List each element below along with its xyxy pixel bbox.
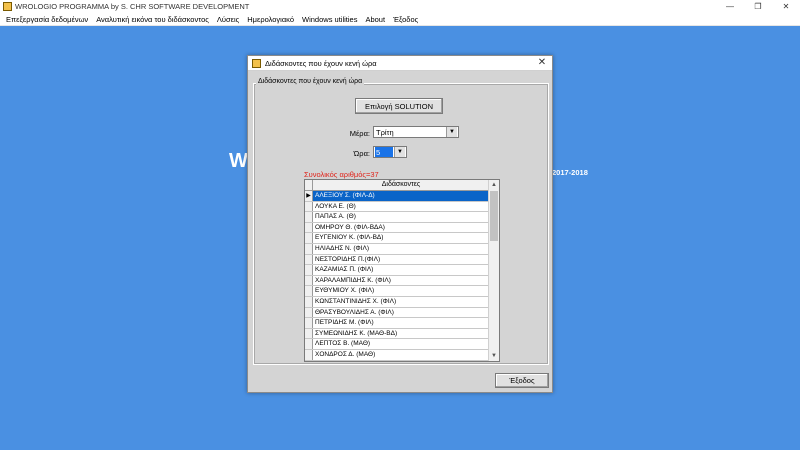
teacher-cell[interactable]: ΠΑΠΑΣ Α. (Θ) [313, 212, 489, 222]
teacher-cell[interactable]: ΠΕΤΡΙΔΗΣ Μ. (ΦΙΛ) [313, 318, 489, 328]
maximize-button[interactable]: ❐ [744, 0, 772, 13]
app-icon [3, 2, 12, 11]
table-row[interactable]: ΧΟΝΔΡΟΣ Δ. (ΜΑΘ) [305, 349, 489, 361]
grid-vertical-scrollbar[interactable]: ▲ ▼ [488, 180, 499, 361]
row-selector[interactable] [305, 307, 313, 318]
grid-header: Διδάσκοντες [305, 180, 489, 191]
teacher-cell[interactable]: ΧΟΝΔΡΟΣ Δ. (ΜΑΘ) [313, 350, 489, 360]
table-row[interactable]: ΘΡΑΣΥΒΟΥΛΙΔΗΣ Α. (ΦΙΛ) [305, 307, 489, 319]
row-selector[interactable] [305, 286, 313, 296]
teacher-cell[interactable]: ΕΥΓΕΝΙΟΥ Κ. (ΦΙΛ-ΒΔ) [313, 233, 489, 243]
dialog-icon [252, 58, 261, 68]
row-selector[interactable] [305, 254, 313, 265]
app-titlebar: WROLOGIO PROGRAMMA by S. CHR SOFTWARE DE… [0, 0, 800, 13]
day-label: Μέρα: [349, 129, 370, 138]
teacher-cell[interactable]: ΗΛΙΑΔΗΣ Ν. (ΦΙΛ) [313, 244, 489, 254]
background-title-letter: W [229, 150, 248, 172]
menu-item-about[interactable]: About [361, 15, 389, 24]
grid-header-corner [305, 180, 313, 190]
scroll-up-icon[interactable]: ▲ [489, 180, 499, 190]
row-selector[interactable] [305, 212, 313, 222]
row-selector[interactable] [305, 318, 313, 328]
teacher-cell[interactable]: ΚΩΝΣΤΑΝΤΙΝΙΔΗΣ Χ. (ΦΙΛ) [313, 297, 489, 307]
teacher-cell[interactable]: ΘΡΑΣΥΒΟΥΛΙΔΗΣ Α. (ΦΙΛ) [313, 308, 489, 318]
teacher-cell[interactable]: ΝΕΣΤΟΡΙΔΗΣ Π.(ΦΙΛ) [313, 255, 489, 265]
groupbox-label: Διδάσκοντες που έχουν κενή ώρα [256, 78, 365, 85]
grid-body: ▶ ΑΛΕΞΙΟΥ Σ. (ΦΙΛ-Δ) ΛΟΥΚΑ Ε. (Θ) ΠΑΠΑΣ Α… [305, 191, 489, 361]
scroll-down-icon[interactable]: ▼ [489, 351, 499, 361]
exit-button[interactable]: Έξοδος [495, 373, 549, 388]
row-selector[interactable] [305, 243, 313, 254]
row-selector[interactable]: ▶ [305, 191, 313, 201]
teacher-cell[interactable]: ΚΑΖΑΜΙΑΣ Π. (ΦΙΛ) [313, 265, 489, 275]
hour-label: Ώρα: [353, 149, 370, 158]
dialog-titlebar: Διδάσκοντες που έχουν κενή ώρα ✕ [248, 56, 552, 71]
teacher-cell[interactable]: ΧΑΡΑΛΑΜΠΙΔΗΣ Κ. (ΦΙΛ) [313, 276, 489, 286]
window-controls: — ❐ ✕ [716, 0, 800, 13]
table-row[interactable]: ΟΜΗΡΟΥ Θ. (ΦΙΛ-ΒΔΑ) [305, 222, 489, 234]
total-count: Συνολικός αριθμός=37 [304, 170, 379, 179]
table-row[interactable]: ΕΥΓΕΝΙΟΥ Κ. (ΦΙΛ-ΒΔ) [305, 233, 489, 244]
row-selector[interactable] [305, 201, 313, 212]
menu-item-exit[interactable]: Έξοδος [389, 15, 422, 24]
menu-item-calendar[interactable]: Ημερολογιακό [243, 15, 298, 24]
row-selector[interactable] [305, 328, 313, 339]
menu-item-teacher-view[interactable]: Αναλυτική εικόνα του διδάσκοντος [92, 15, 213, 24]
day-select[interactable]: Τρίτη ▼ [373, 126, 459, 138]
day-select-value: Τρίτη [376, 127, 394, 137]
teacher-cell[interactable]: ΑΛΕΞΙΟΥ Σ. (ΦΙΛ-Δ) [313, 191, 489, 201]
teacher-cell[interactable]: ΟΜΗΡΟΥ Θ. (ΦΙΛ-ΒΔΑ) [313, 223, 489, 233]
menu-item-solutions[interactable]: Λύσεις [213, 15, 243, 24]
menu-bar: Επεξεργασία δεδομένων Αναλυτική εικόνα τ… [0, 13, 800, 26]
row-selector[interactable] [305, 275, 313, 286]
row-selector[interactable] [305, 296, 313, 307]
dialog-close-icon[interactable]: ✕ [536, 57, 548, 69]
hour-select[interactable]: 5 ▼ [373, 146, 407, 158]
teacher-cell[interactable]: ΕΥΘΥΜΙΟΥ Χ. (ΦΙΛ) [313, 286, 489, 296]
teachers-grid[interactable]: Διδάσκοντες ▶ ΑΛΕΞΙΟΥ Σ. (ΦΙΛ-Δ) ΛΟΥΚΑ Ε.… [304, 179, 500, 362]
row-selector[interactable] [305, 349, 313, 360]
hour-select-value: 5 [375, 147, 393, 157]
dialog-title: Διδάσκοντες που έχουν κενή ώρα [265, 58, 377, 68]
table-row[interactable]: ΠΕΤΡΙΔΗΣ Μ. (ΦΙΛ) [305, 318, 489, 329]
minimize-button[interactable]: — [716, 0, 744, 13]
scrollbar-thumb[interactable] [490, 191, 498, 241]
table-row[interactable]: ΚΑΖΑΜΙΑΣ Π. (ΦΙΛ) [305, 265, 489, 276]
free-hour-dialog: Διδάσκοντες που έχουν κενή ώρα ✕ Διδάσκο… [247, 55, 553, 393]
row-selector[interactable] [305, 233, 313, 243]
menu-item-windows-utilities[interactable]: Windows utilities [298, 15, 361, 24]
grid-header-teachers[interactable]: Διδάσκοντες [313, 180, 489, 190]
background-year: 2017-2018 [552, 168, 588, 177]
table-row[interactable]: ΝΕΣΤΟΡΙΔΗΣ Π.(ΦΙΛ) [305, 254, 489, 266]
row-selector[interactable] [305, 222, 313, 233]
table-row[interactable]: ΚΩΝΣΤΑΝΤΙΝΙΔΗΣ Χ. (ΦΙΛ) [305, 296, 489, 308]
table-row[interactable]: ΧΑΡΑΛΑΜΠΙΔΗΣ Κ. (ΦΙΛ) [305, 275, 489, 287]
table-row[interactable]: ΗΛΙΑΔΗΣ Ν. (ΦΙΛ) [305, 243, 489, 255]
row-selector[interactable] [305, 265, 313, 275]
menu-item-edit-data[interactable]: Επεξεργασία δεδομένων [2, 15, 92, 24]
row-selector[interactable] [305, 339, 313, 349]
teacher-cell[interactable]: ΣΥΜΕΩΝΙΔΗΣ Κ. (ΜΑΘ-ΒΔ) [313, 329, 489, 339]
teacher-cell[interactable]: ΛΕΠΤΟΣ Β. (ΜΑΘ) [313, 339, 489, 349]
table-row[interactable]: ΕΥΘΥΜΙΟΥ Χ. (ΦΙΛ) [305, 286, 489, 297]
close-button[interactable]: ✕ [772, 0, 800, 13]
table-row[interactable]: ΛΕΠΤΟΣ Β. (ΜΑΘ) [305, 339, 489, 350]
table-row[interactable]: ▶ ΑΛΕΞΙΟΥ Σ. (ΦΙΛ-Δ) [305, 191, 489, 202]
table-row[interactable]: ΠΑΠΑΣ Α. (Θ) [305, 212, 489, 223]
app-title: WROLOGIO PROGRAMMA by S. CHR SOFTWARE DE… [15, 2, 250, 11]
table-row[interactable]: ΣΥΜΕΩΝΙΔΗΣ Κ. (ΜΑΘ-ΒΔ) [305, 328, 489, 340]
select-solution-button[interactable]: Επιλογή SOLUTION [355, 98, 443, 114]
teacher-cell[interactable]: ΛΟΥΚΑ Ε. (Θ) [313, 202, 489, 212]
table-row[interactable]: ΛΟΥΚΑ Ε. (Θ) [305, 201, 489, 213]
chevron-down-icon[interactable]: ▼ [446, 127, 457, 137]
chevron-down-icon[interactable]: ▼ [394, 147, 405, 157]
